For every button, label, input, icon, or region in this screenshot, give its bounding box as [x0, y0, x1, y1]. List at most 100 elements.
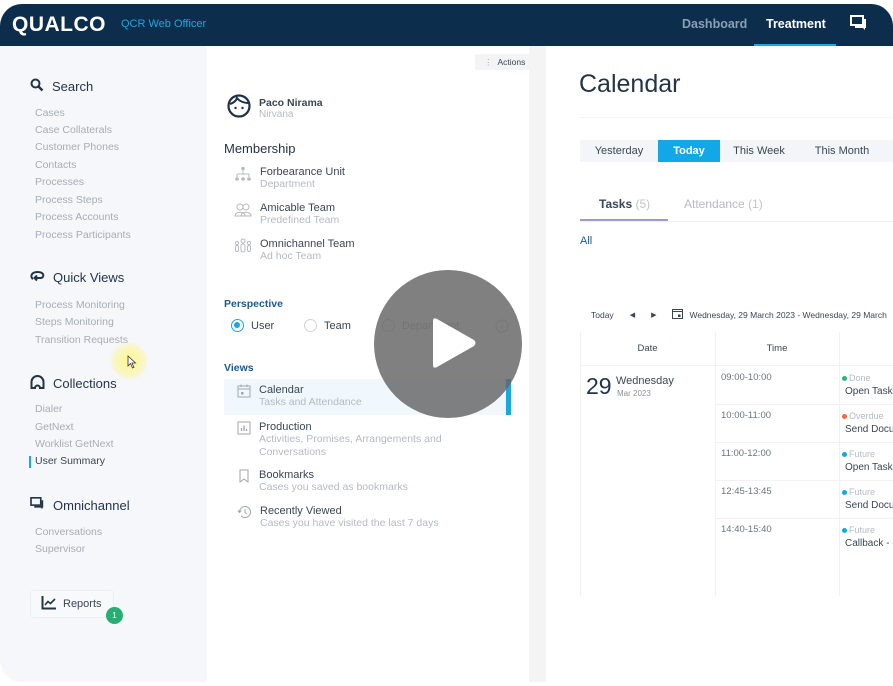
membership-item[interactable]: Omnichannel Team Ad hoc Team [234, 238, 355, 262]
user-subtitle: Nirvana [259, 109, 294, 120]
view-subtitle: Tasks and Attendance [259, 396, 362, 408]
grid-line [839, 332, 840, 596]
prev-arrow-icon[interactable]: ◀ [630, 311, 635, 319]
grid-line [715, 518, 893, 519]
task-time: 10:00-11:00 [721, 410, 772, 421]
task-name[interactable]: Open Task [845, 462, 893, 473]
range-today[interactable]: Today [658, 140, 720, 162]
radio-label: User [251, 319, 275, 332]
status-label: Done [849, 373, 871, 383]
search-icon [30, 78, 44, 95]
status-dot [842, 413, 847, 419]
membership-item[interactable]: Amicable Team Predefined Team [234, 202, 339, 226]
calendar-main: Calendar Yesterday Today This Week This … [546, 46, 893, 682]
today-button[interactable]: Today [591, 310, 614, 320]
calendar-navigation: Today ◀ ▶ Wednesday, 29 March 2023 - Wed… [591, 308, 887, 321]
bookmark-icon [237, 469, 251, 494]
date-range-label: Wednesday, 29 March 2023 - Wednesday, 29… [689, 309, 887, 320]
reports-label: Reports [63, 598, 102, 610]
reports-button[interactable]: Reports [30, 590, 114, 618]
status-label: Future [849, 525, 876, 535]
task-status: Overdue [842, 411, 884, 421]
view-title: Bookmarks [259, 469, 315, 481]
sidebar-section-quick-views[interactable]: Quick Views [30, 270, 124, 285]
date-range-selector: Yesterday Today This Week This Month [580, 140, 893, 162]
sidebar-section-title: Omnichannel [53, 497, 130, 513]
task-status: Done [842, 373, 871, 383]
task-name[interactable]: Open Task [845, 386, 893, 397]
sidebar-item-processes[interactable]: Processes [35, 176, 84, 188]
sidebar-section-collections[interactable]: Collections [30, 375, 117, 392]
view-title: Production [259, 421, 312, 433]
video-play-button[interactable] [374, 270, 522, 418]
task-name[interactable]: Callback - ( [845, 538, 893, 549]
sidebar-item-supervisor[interactable]: Supervisor [35, 543, 85, 555]
perspective-heading: Perspective [224, 298, 283, 310]
sidebar-item-cases[interactable]: Cases [35, 107, 65, 119]
range-this-month[interactable]: This Month [798, 140, 886, 162]
mouse-pointer-icon [127, 355, 137, 374]
sidebar-section-title: Collections [53, 376, 117, 391]
range-yesterday[interactable]: Yesterday [580, 140, 658, 162]
sidebar-current-marker [29, 456, 31, 468]
next-arrow-icon[interactable]: ▶ [651, 311, 656, 319]
play-icon [433, 318, 476, 368]
sidebar-item-user-summary[interactable]: User Summary [35, 455, 105, 467]
grid-line [580, 332, 581, 596]
view-item-production[interactable]: Production Activities, Promises, Arrange… [224, 421, 511, 459]
status-label: Overdue [849, 411, 884, 421]
membership-item[interactable]: Forbearance Unit Department [234, 166, 345, 190]
task-status: Future [842, 487, 875, 497]
calendar-icon [237, 384, 251, 415]
radio-team[interactable]: Team [304, 319, 382, 332]
sidebar-section-title: Quick Views [53, 270, 125, 285]
range-this-week[interactable]: This Week [720, 140, 798, 162]
sidebar-section-search[interactable]: Search [30, 78, 93, 95]
chat-bubbles-icon[interactable] [850, 15, 868, 36]
radio-user[interactable]: User [231, 319, 304, 332]
actions-button[interactable]: ⋮ Actions [475, 54, 529, 70]
tab-tasks[interactable]: Tasks (5) [599, 197, 650, 211]
sidebar-item-contacts[interactable]: Contacts [35, 159, 76, 171]
sidebar-section-omnichannel[interactable]: Omnichannel [30, 497, 130, 513]
line-chart-icon [41, 595, 57, 613]
filter-all[interactable]: All [580, 235, 592, 247]
sidebar-item-worklist-getnext[interactable]: Worklist GetNext [35, 438, 114, 450]
logo[interactable]: QUALCO [12, 13, 106, 37]
radio-button[interactable] [231, 319, 244, 332]
view-subtitle: Activities, Promises, Arrangements and C… [259, 433, 442, 458]
calendar-icon[interactable] [672, 308, 684, 321]
sidebar-item-getnext[interactable]: GetNext [35, 421, 74, 433]
sidebar-item-case-collaterals[interactable]: Case Collaterals [35, 124, 112, 136]
membership-heading: Membership [224, 141, 296, 156]
grid-line [715, 404, 893, 405]
sidebar-item-transition-requests[interactable]: Transition Requests [35, 334, 128, 346]
day-number: 29 [586, 373, 612, 399]
nav-dashboard[interactable]: Dashboard [682, 17, 747, 31]
sidebar-item-process-accounts[interactable]: Process Accounts [35, 211, 118, 223]
day-month-year: Mar 2023 [617, 389, 651, 398]
sidebar-item-process-participants[interactable]: Process Participants [35, 229, 131, 241]
nav-treatment[interactable]: Treatment [766, 17, 826, 31]
task-name[interactable]: Send Docu [845, 424, 893, 435]
radio-label: Team [324, 319, 351, 332]
radio-button[interactable] [304, 319, 317, 332]
reports-badge: 1 [106, 607, 123, 624]
view-item-recently-viewed[interactable]: Recently Viewed Cases you have visited t… [224, 505, 511, 530]
column-header-time: Time [766, 343, 788, 354]
sidebar-item-process-monitoring[interactable]: Process Monitoring [35, 299, 125, 311]
task-name[interactable]: Send Docu [845, 500, 893, 511]
sidebar-item-process-steps[interactable]: Process Steps [35, 194, 103, 206]
sidebar-item-conversations[interactable]: Conversations [35, 526, 102, 538]
sidebar-item-dialer[interactable]: Dialer [35, 403, 62, 415]
active-tab-indicator [580, 219, 668, 221]
membership-title: Forbearance Unit [260, 166, 345, 178]
tab-attendance[interactable]: Attendance (1) [684, 197, 763, 211]
membership-title: Omnichannel Team [260, 238, 355, 250]
task-time: 09:00-10:00 [721, 372, 772, 383]
sidebar-item-customer-phones[interactable]: Customer Phones [35, 141, 119, 153]
sidebar-item-steps-monitoring[interactable]: Steps Monitoring [35, 316, 114, 328]
view-item-bookmarks[interactable]: Bookmarks Cases you saved as bookmarks [224, 469, 511, 494]
app-window: QUALCO QCR Web Officer Dashboard Treatme… [0, 4, 893, 682]
bar-chart-icon [237, 421, 251, 459]
